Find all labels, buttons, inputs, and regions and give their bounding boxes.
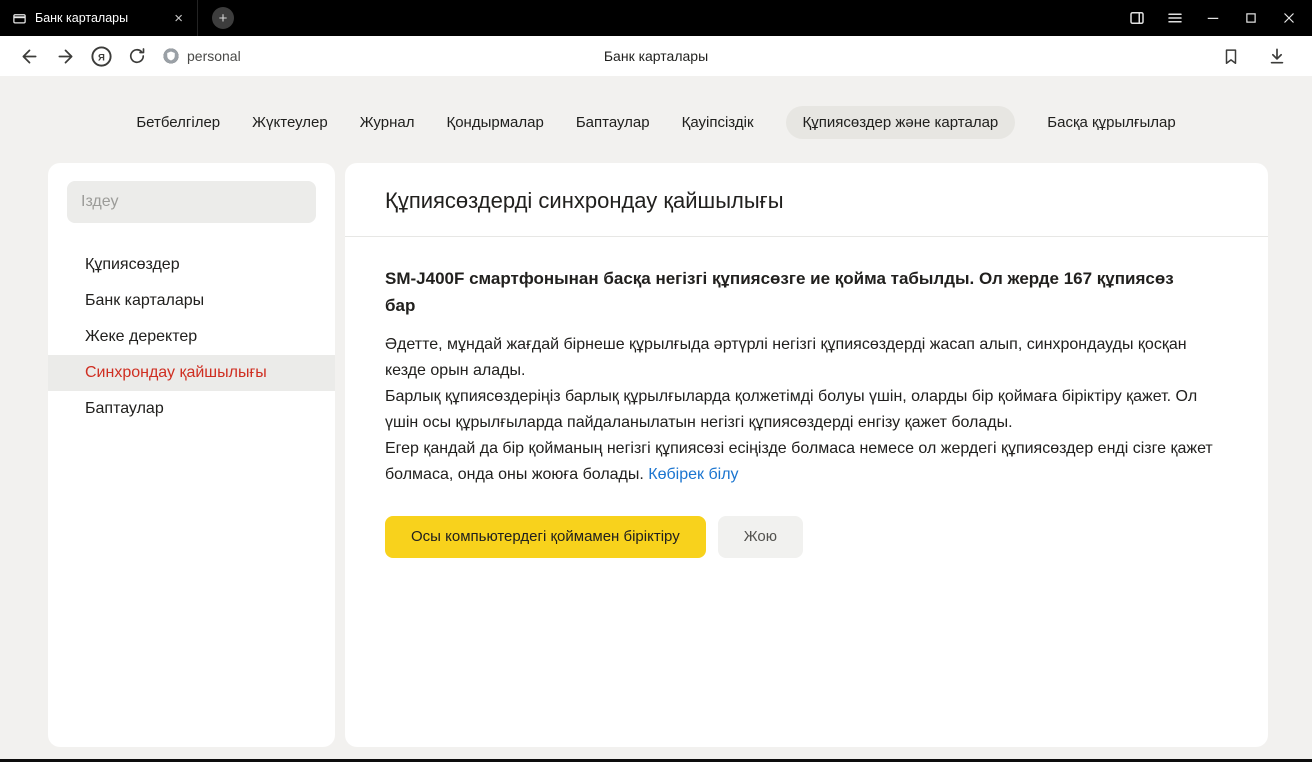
settings-nav: Бетбелгілер Жүктеулер Журнал Қондырмалар… bbox=[0, 76, 1312, 163]
nav-other-devices[interactable]: Басқа құрылғылар bbox=[1047, 106, 1175, 139]
nav-passwords-and-cards[interactable]: Құпиясөздер және карталар bbox=[786, 106, 1016, 139]
menu-icon[interactable] bbox=[1156, 3, 1194, 33]
yandex-logo-icon[interactable]: Я bbox=[86, 41, 116, 71]
main-header: Құпиясөздерді синхрондау қайшылығы bbox=[345, 163, 1268, 237]
conflict-paragraph-1: Әдетте, мұндай жағдай бірнеше құрылғыда … bbox=[385, 332, 1225, 384]
main-panel: Құпиясөздерді синхрондау қайшылығы SM-J4… bbox=[345, 163, 1268, 747]
action-buttons: Осы компьютердегі қоймамен біріктіру Жою bbox=[385, 516, 1228, 558]
window-controls bbox=[1118, 3, 1312, 33]
merge-button[interactable]: Осы компьютердегі қоймамен біріктіру bbox=[385, 516, 706, 558]
toolbar-page-title: Банк карталары bbox=[604, 48, 708, 64]
conflict-paragraph-2: Барлық құпиясөздеріңіз барлық құрылғылар… bbox=[385, 384, 1225, 436]
tab-favicon-icon bbox=[12, 11, 27, 26]
sidebar-list: Құпиясөздер Банк карталары Жеке деректер… bbox=[48, 247, 335, 427]
protect-label: personal bbox=[187, 48, 241, 64]
minimize-button[interactable] bbox=[1194, 3, 1232, 33]
forward-icon[interactable] bbox=[50, 41, 80, 71]
delete-button[interactable]: Жою bbox=[718, 516, 803, 558]
toolbar: Я personal Банк карталары bbox=[0, 36, 1312, 76]
nav-bookmarks[interactable]: Бетбелгілер bbox=[136, 106, 220, 139]
nav-security[interactable]: Қауіпсіздік bbox=[682, 106, 754, 139]
new-tab-button[interactable]: + bbox=[212, 7, 234, 29]
toolbar-right bbox=[1216, 41, 1298, 71]
sidebar-item-personal-data[interactable]: Жеке деректер bbox=[48, 319, 335, 355]
sidebar-toggle-icon[interactable] bbox=[1118, 3, 1156, 33]
search-input[interactable] bbox=[67, 181, 316, 223]
nav-history[interactable]: Журнал bbox=[360, 106, 415, 139]
browser-tab[interactable]: Банк карталары × bbox=[0, 0, 198, 36]
titlebar: Банк карталары × + bbox=[0, 0, 1312, 36]
page-title: Құпиясөздерді синхрондау қайшылығы bbox=[385, 188, 1228, 214]
tab-title: Банк карталары bbox=[35, 11, 162, 25]
protect-badge[interactable]: personal bbox=[162, 47, 241, 65]
bookmark-flag-icon[interactable] bbox=[1216, 41, 1246, 71]
nav-settings[interactable]: Баптаулар bbox=[576, 106, 650, 139]
protect-shield-icon bbox=[162, 47, 180, 65]
conflict-paragraph-3: Егер қандай да бір қойманың негізгі құпи… bbox=[385, 436, 1225, 488]
sidebar: Құпиясөздер Банк карталары Жеке деректер… bbox=[48, 163, 335, 747]
sidebar-item-passwords[interactable]: Құпиясөздер bbox=[48, 247, 335, 283]
browser-window: Банк карталары × + bbox=[0, 0, 1312, 762]
sidebar-item-sync-conflict[interactable]: Синхрондау қайшылығы bbox=[48, 355, 335, 391]
svg-text:Я: Я bbox=[98, 52, 105, 63]
sidebar-item-settings[interactable]: Баптаулар bbox=[48, 391, 335, 427]
maximize-button[interactable] bbox=[1232, 3, 1270, 33]
tab-close-icon[interactable]: × bbox=[170, 9, 187, 28]
conflict-heading: SM-J400F смартфонынан басқа негізгі құпи… bbox=[385, 265, 1185, 319]
conflict-paragraph-3-text: Егер қандай да бір қойманың негізгі құпи… bbox=[385, 440, 1213, 483]
back-icon[interactable] bbox=[14, 41, 44, 71]
settings-page: Бетбелгілер Жүктеулер Журнал Қондырмалар… bbox=[0, 76, 1312, 759]
downloads-icon[interactable] bbox=[1262, 41, 1292, 71]
nav-extensions[interactable]: Қондырмалар bbox=[446, 106, 543, 139]
close-button[interactable] bbox=[1270, 3, 1308, 33]
reload-icon[interactable] bbox=[122, 41, 152, 71]
learn-more-link[interactable]: Көбірек білу bbox=[648, 466, 738, 483]
sidebar-item-bank-cards[interactable]: Банк карталары bbox=[48, 283, 335, 319]
content-area: Құпиясөздер Банк карталары Жеке деректер… bbox=[0, 163, 1312, 759]
nav-downloads[interactable]: Жүктеулер bbox=[252, 106, 328, 139]
main-body: SM-J400F смартфонынан басқа негізгі құпи… bbox=[345, 237, 1268, 586]
